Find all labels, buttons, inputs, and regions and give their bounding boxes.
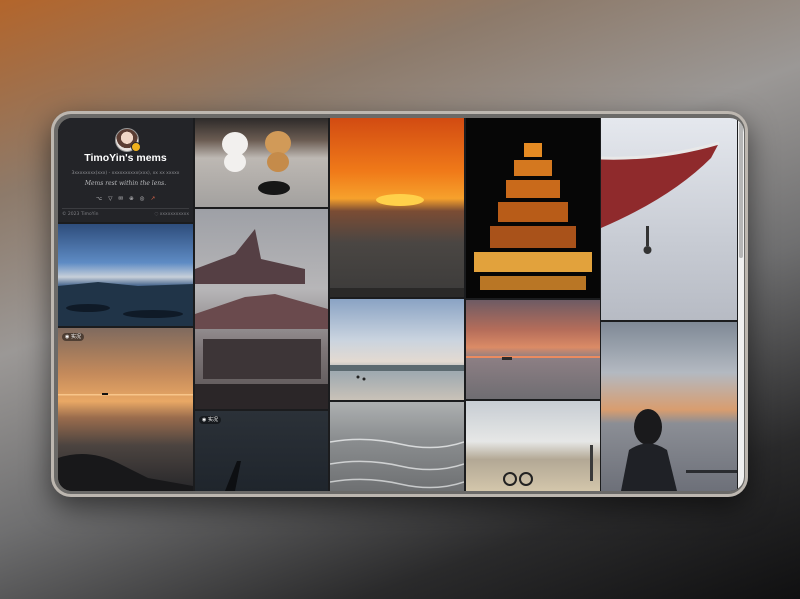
mail-icon[interactable]: ✉ [118, 196, 123, 202]
eaves-photo [601, 141, 720, 254]
silhouette-sea-photo [621, 409, 737, 491]
beach-photo [330, 365, 464, 381]
photo-tile[interactable] [330, 299, 464, 400]
temple-roof-photo [195, 229, 328, 409]
bicycle-beach-photo [503, 445, 593, 486]
profile-motto: Mems rest within the lens. [84, 180, 167, 187]
figurines-photo [222, 131, 291, 195]
github-icon[interactable]: ⌥ [96, 196, 102, 202]
photo-tile[interactable]: ◉ 实况 [58, 328, 193, 491]
photo-tile[interactable] [330, 402, 464, 491]
photo-tile[interactable] [195, 209, 328, 409]
avatar-badge [131, 142, 141, 152]
powered-by-link[interactable]: ◌ xxxxxxxxxxx [154, 212, 189, 217]
scrollbar-thumb[interactable] [739, 122, 743, 258]
copyright-text: © 2023 TimoYin [62, 212, 99, 217]
social-links: ⌥ ▽ ✉ ⊕ ◎ ↗ [58, 196, 193, 202]
orange-sunset-photo [330, 194, 464, 297]
gallery-viewport[interactable]: TimoYin's mems 3xxxxxxxx(xxx) - xxxxxxxx… [58, 118, 744, 491]
pagoda-night-photo [474, 143, 592, 290]
vercel-icon[interactable]: ▽ [108, 196, 112, 202]
photo-tile[interactable] [466, 300, 600, 399]
sunset-sea-photo [58, 393, 193, 491]
globe-icon[interactable]: ◎ [140, 196, 145, 202]
photo-tile[interactable] [58, 224, 193, 326]
photo-tile[interactable] [466, 401, 600, 491]
card-footer: © 2023 TimoYin ◌ xxxxxxxxxxx [62, 212, 189, 217]
profile-name: TimoYin's mems [84, 152, 167, 164]
photo-tile[interactable] [601, 322, 737, 491]
divider [62, 208, 189, 209]
waves-photo [330, 438, 464, 489]
photo-tile[interactable] [601, 118, 737, 320]
photo-tile[interactable] [330, 118, 464, 297]
photo-tile[interactable] [195, 118, 328, 207]
profile-card: TimoYin's mems 3xxxxxxxx(xxx) - xxxxxxxx… [58, 118, 193, 222]
photo-tile[interactable] [466, 118, 600, 298]
scrollbar[interactable] [738, 118, 744, 491]
photo-tile[interactable]: ◉ 实况 [195, 411, 328, 491]
at-icon[interactable]: ⊕ [129, 196, 134, 202]
coastline-photo [58, 282, 193, 326]
profile-stats: 3xxxxxxxx(xxx) - xxxxxxxxxx(xxx), xx xx … [71, 171, 180, 176]
rss-icon[interactable]: ↗ [151, 196, 156, 202]
dusk-sea-photo [466, 356, 600, 360]
live-badge: ◉ 实况 [62, 333, 84, 341]
live-badge: ◉ 实况 [199, 416, 221, 424]
